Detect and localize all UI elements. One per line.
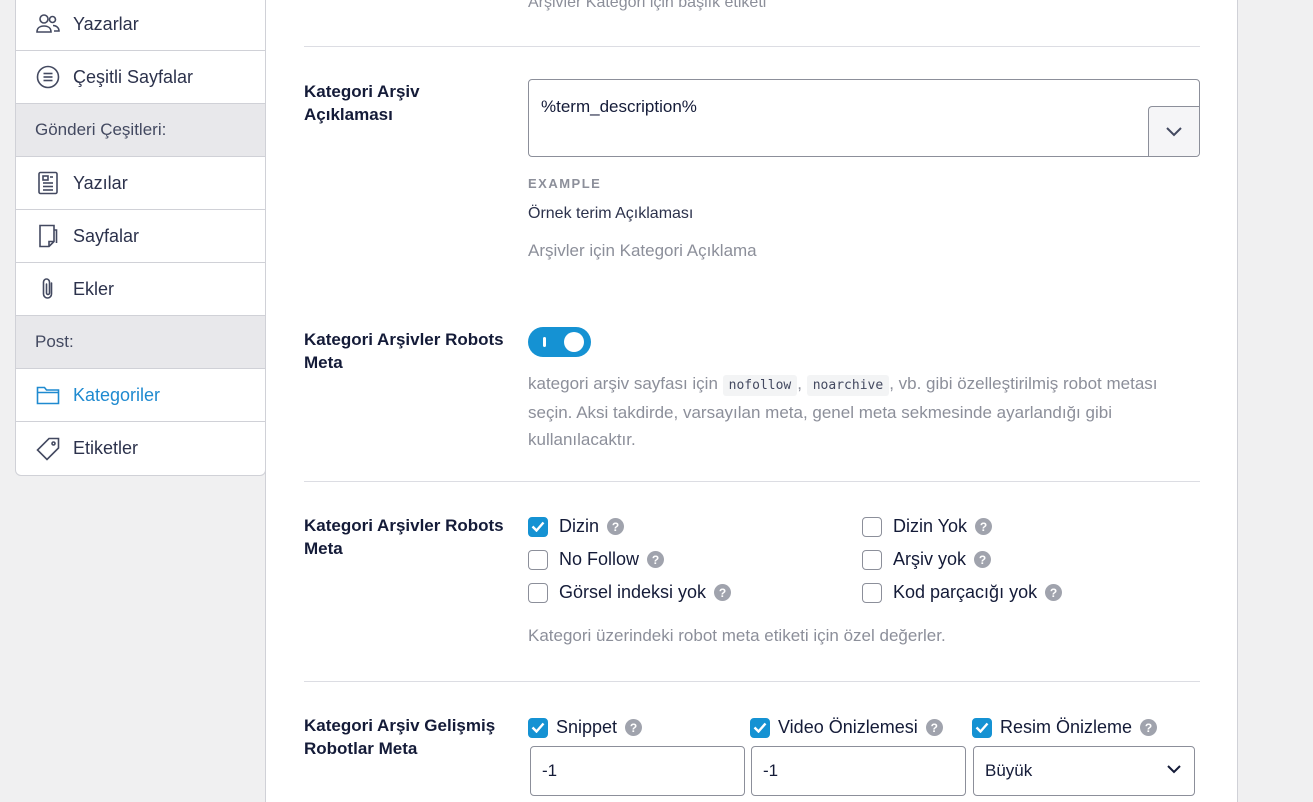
checkbox-kod-parcacigi-yok[interactable]: Kod parçacığı yok ? <box>862 582 1063 603</box>
checkbox-label: Snippet <box>556 717 618 737</box>
sidebar-item-label: Kategoriler <box>73 384 161 405</box>
snippet-length-input[interactable]: -1 <box>530 746 745 796</box>
sidebar-heading-post-types: Gönderi Çeşitleri: <box>16 104 265 157</box>
checkbox-resim-onizleme[interactable]: Resim Önizleme ? <box>972 717 1158 738</box>
users-icon <box>35 11 61 37</box>
help-icon[interactable]: ? <box>1140 719 1158 736</box>
checkbox-dizin[interactable]: Dizin ? <box>528 516 625 537</box>
check-icon <box>753 722 767 733</box>
description-input[interactable]: %term_description% <box>528 79 1200 157</box>
sidebar-item-kategoriler[interactable]: Kategoriler <box>16 369 265 422</box>
help-icon[interactable]: ? <box>974 551 992 568</box>
checkbox[interactable] <box>750 717 770 738</box>
row-label-advanced-robots: Kategori Arşiv Gelişmiş Robotlar Meta <box>304 716 496 758</box>
divider <box>304 481 1200 482</box>
sidebar-item-sayfalar[interactable]: Sayfalar <box>16 210 265 263</box>
tag-icon <box>35 436 61 462</box>
robots-checkbox-help-text: Kategori üzerindeki robot meta etiketi i… <box>528 626 946 645</box>
help-icon[interactable]: ? <box>975 518 993 535</box>
checkbox-arsiv-yok[interactable]: Arşiv yok ? <box>862 549 992 570</box>
page-icon <box>35 223 61 249</box>
toggle-knob <box>564 332 584 352</box>
description-input-value: %term_description% <box>541 97 697 116</box>
checkbox[interactable] <box>528 582 548 603</box>
help-icon[interactable]: ? <box>1045 584 1063 601</box>
help-icon[interactable]: ? <box>625 719 643 736</box>
sidebar-nav: Yazarlar Çeşitli Sayfalar Gönderi Çeşitl… <box>15 0 266 476</box>
checkbox[interactable] <box>862 582 882 603</box>
video-preview-input[interactable]: -1 <box>751 746 966 796</box>
checkbox-snippet[interactable]: Snippet ? <box>528 717 643 738</box>
checkbox[interactable] <box>862 516 882 537</box>
help-icon[interactable]: ? <box>925 719 943 736</box>
sidebar-item-ekler[interactable]: Ekler <box>16 263 265 316</box>
checkbox-label: Dizin <box>559 516 600 536</box>
checkbox-label: Dizin Yok <box>893 516 968 536</box>
help-text-part: kategori arşiv sayfası için <box>528 374 718 393</box>
checkbox-label: Görsel indeksi yok <box>559 582 707 602</box>
sidebar-item-label: Etiketler <box>73 438 139 458</box>
image-preview-selected: Büyük <box>985 761 1033 780</box>
image-preview-select[interactable]: Büyük <box>973 746 1195 796</box>
robots-toggle-help-text: kategori arşiv sayfası için nofollow, no… <box>528 370 1188 453</box>
title-help-text: Arşivler Kategori için başlık etiketi <box>528 0 767 11</box>
help-icon[interactable]: ? <box>647 551 665 568</box>
check-icon <box>531 521 545 532</box>
help-text-sep: , <box>797 374 802 393</box>
row-label-robots-checkboxes: Kategori Arşivler Robots Meta <box>304 516 504 558</box>
code-noarchive: noarchive <box>806 375 890 396</box>
checkbox[interactable] <box>528 717 548 738</box>
description-help-text: Arşivler için Kategori Açıklama <box>528 241 757 260</box>
check-icon <box>531 722 545 733</box>
help-icon[interactable]: ? <box>607 518 625 535</box>
sidebar-item-yazilar[interactable]: Yazılar <box>16 157 265 210</box>
example-title: EXAMPLE <box>528 176 602 191</box>
robots-meta-toggle[interactable] <box>528 327 591 357</box>
row-label-robots-toggle: Kategori Arşivler Robots Meta <box>304 330 504 372</box>
smart-tags-dropdown[interactable] <box>1148 106 1199 156</box>
folder-icon <box>35 382 61 408</box>
check-icon <box>975 722 989 733</box>
settings-panel: Arşivler Kategori için başlık etiketi Ka… <box>265 0 1238 802</box>
checkbox-gorsel-indeksi-yok[interactable]: Görsel indeksi yok ? <box>528 582 732 603</box>
chevron-down-icon <box>1166 127 1182 137</box>
sidebar-item-label: Yazarlar <box>73 13 139 34</box>
paperclip-icon <box>35 276 61 302</box>
sidebar-item-yazarlar[interactable]: Yazarlar <box>16 0 265 51</box>
page-background <box>1238 0 1313 802</box>
example-value: Örnek terim Açıklaması <box>528 205 694 222</box>
divider <box>304 681 1200 682</box>
chevron-down-icon <box>1167 765 1181 774</box>
sidebar-item-label: Ekler <box>73 278 115 299</box>
checkbox[interactable] <box>862 549 882 570</box>
checkbox[interactable] <box>528 549 548 570</box>
checkbox-no-follow[interactable]: No Follow ? <box>528 549 665 570</box>
sidebar-item-label: Çeşitli Sayfalar <box>73 66 194 87</box>
sidebar-heading-post: Post: <box>16 316 265 369</box>
code-nofollow: nofollow <box>722 375 798 396</box>
sidebar-item-label: Sayfalar <box>73 225 140 246</box>
checkbox-label: Video Önizlemesi <box>778 717 918 737</box>
row-label-description: Kategori Arşiv Açıklaması <box>304 82 420 124</box>
checkbox-label: Kod parçacığı yok <box>893 582 1038 602</box>
help-icon[interactable]: ? <box>714 584 732 601</box>
checkbox-label: No Follow <box>559 549 640 569</box>
sidebar-item-cesitli-sayfalar[interactable]: Çeşitli Sayfalar <box>16 51 265 104</box>
toggle-on-indicator <box>543 337 546 347</box>
divider <box>304 46 1200 47</box>
checkbox[interactable] <box>528 516 548 537</box>
checkbox-dizin-yok[interactable]: Dizin Yok ? <box>862 516 993 537</box>
checkbox[interactable] <box>972 717 992 738</box>
sidebar-item-etiketler[interactable]: Etiketler <box>16 422 265 475</box>
list-circle-icon <box>35 64 61 90</box>
sidebar-item-label: Yazılar <box>73 172 128 193</box>
checkbox-label: Resim Önizleme <box>1000 717 1133 737</box>
checkbox-label: Arşiv yok <box>893 549 967 569</box>
document-icon <box>35 170 61 196</box>
checkbox-video-onizlemesi[interactable]: Video Önizlemesi ? <box>750 717 943 738</box>
